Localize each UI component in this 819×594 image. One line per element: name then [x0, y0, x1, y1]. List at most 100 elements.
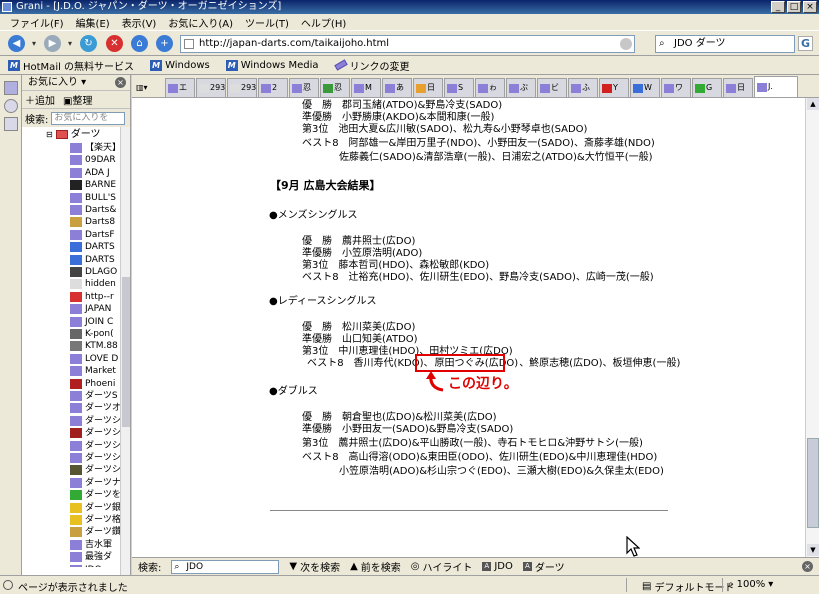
collapse-icon[interactable]: ⊟ [46, 128, 53, 141]
close-button[interactable]: × [803, 1, 817, 13]
tab[interactable]: Y [599, 78, 629, 97]
sidebar-scroll-thumb[interactable] [122, 277, 130, 427]
favorite-item[interactable]: 吉水軍 [70, 539, 112, 551]
feed-panel-icon[interactable] [4, 117, 18, 131]
tab-list-icon[interactable]: ▥▾ [134, 78, 164, 97]
history-panel-icon[interactable] [4, 99, 18, 113]
forward-icon[interactable]: ▶ [44, 35, 61, 52]
link-customize[interactable]: リンクの変更 [333, 58, 410, 73]
go-icon[interactable] [620, 38, 632, 50]
link-hotmail[interactable]: M HotMail の無料サービス [8, 58, 134, 73]
tab[interactable]: ふ [568, 78, 598, 97]
google-icon[interactable]: G [798, 36, 813, 51]
favorite-item[interactable]: JDO [70, 564, 102, 567]
favorite-item[interactable]: ダーツ鑽 [70, 526, 121, 538]
favorite-item[interactable]: ダーツを [70, 489, 121, 501]
favorite-item[interactable]: KTM.88 [70, 340, 118, 352]
tab[interactable]: ぶ [506, 78, 536, 97]
folder-darts[interactable]: ⊟ ダーツ [46, 128, 101, 141]
favorite-item[interactable]: hidden [70, 278, 116, 290]
favorite-item[interactable]: ダーツシ [70, 427, 121, 439]
favorite-item[interactable]: ダーツ格 [70, 514, 121, 526]
favorite-item[interactable]: ダーツオ [70, 402, 121, 414]
close-icon[interactable]: × [802, 561, 813, 572]
scroll-up-icon[interactable]: ▲ [807, 98, 819, 110]
web-search-input[interactable]: ⌕ JDO ダーツ [655, 35, 795, 53]
organize-button[interactable]: ▣整理 [63, 92, 92, 107]
favorite-item[interactable]: ダーツシ [70, 452, 121, 464]
tab[interactable]: M [351, 78, 381, 97]
tab[interactable]: S [444, 78, 474, 97]
add-favorite-button[interactable]: ＋追加 [25, 92, 55, 107]
page-scroll-thumb[interactable] [807, 438, 819, 528]
tab[interactable]: 293 [227, 78, 257, 97]
favorite-item[interactable]: BARNE [70, 179, 116, 191]
scroll-down-icon[interactable]: ▼ [807, 544, 819, 556]
mode-indicator[interactable]: ▤ デフォルトモード [642, 579, 734, 594]
minimize-button[interactable]: _ [771, 1, 785, 13]
favorite-item[interactable]: BULL'S [70, 192, 116, 204]
favorite-item[interactable]: JAPAN [70, 303, 111, 315]
favorite-item[interactable]: DartsF [70, 229, 115, 241]
find-input[interactable]: ⌕ JDO [171, 559, 280, 574]
menu-edit[interactable]: 編集(E) [76, 15, 110, 30]
menu-view[interactable]: 表示(V) [122, 15, 157, 30]
maximize-button[interactable]: □ [787, 1, 801, 13]
highlight-button[interactable]: ◎ ハイライト [411, 559, 473, 574]
menu-help[interactable]: ヘルプ(H) [301, 15, 346, 30]
sidebar-scrollbar[interactable] [120, 127, 130, 575]
favorite-item[interactable]: 09DAR [70, 154, 116, 166]
stop-icon[interactable]: ✕ [106, 35, 123, 52]
favorite-item[interactable]: 最強ダ [70, 551, 112, 563]
find-word-button[interactable]: A JDO [482, 561, 513, 572]
favorite-item[interactable]: ダーツシ [70, 464, 121, 476]
favorite-item[interactable]: ダーツナ [70, 477, 121, 489]
link-windows[interactable]: M Windows [150, 59, 210, 71]
home-icon[interactable]: ⌂ [131, 35, 148, 52]
favorite-item[interactable]: ダーツS [70, 390, 118, 402]
tab[interactable]: 日 [413, 78, 443, 97]
favorite-item[interactable]: JOIN C [70, 316, 113, 328]
back-icon[interactable]: ◀ [8, 35, 25, 52]
sidebar-search-input[interactable]: お気に入りを [51, 111, 126, 125]
favorite-item[interactable]: K-pon( [70, 328, 114, 340]
favorite-item[interactable]: Darts& [70, 204, 116, 216]
favorite-item[interactable]: ダーツシ [70, 440, 121, 452]
tab[interactable]: 2 [258, 78, 288, 97]
favorite-item[interactable]: Darts8 [70, 216, 115, 228]
new-tab-icon[interactable]: + [156, 35, 173, 52]
back-dropdown-icon[interactable]: ▾ [30, 35, 38, 52]
tab[interactable]: ゎ [475, 78, 505, 97]
tab[interactable]: W [630, 78, 660, 97]
tab[interactable]: 忍 [320, 78, 350, 97]
favorite-item[interactable]: Phoeni [70, 378, 115, 390]
tab[interactable]: ワ [661, 78, 691, 97]
sidebar-title[interactable]: お気に入り ▾ [28, 77, 86, 88]
url-input[interactable]: http://japan-darts.com/taikaijoho.html [180, 35, 635, 53]
tab[interactable]: J. [754, 76, 798, 97]
find-next-button[interactable]: ▼ 次を検索 [289, 559, 340, 574]
tab[interactable]: あ [382, 78, 412, 97]
find-prev-button[interactable]: ▲ 前を検索 [350, 559, 401, 574]
tab[interactable]: エ [165, 78, 195, 97]
close-icon[interactable]: × [115, 77, 126, 88]
favorite-item[interactable]: http--r [70, 291, 114, 303]
favorite-item[interactable]: ADA J [70, 167, 110, 179]
favorite-item[interactable]: LOVE D [70, 353, 118, 365]
favorite-item[interactable]: Market [70, 365, 116, 377]
favorites-panel-icon[interactable] [4, 81, 18, 95]
favorite-item[interactable]: DLAGO [70, 266, 117, 278]
tab[interactable]: 293 [196, 78, 226, 97]
tab[interactable]: G [692, 78, 722, 97]
favorite-item[interactable]: 【楽天】 [70, 142, 121, 154]
refresh-icon[interactable]: ↻ [80, 35, 97, 52]
link-windows-media[interactable]: M Windows Media [225, 59, 319, 71]
favorite-item[interactable]: DARTS [70, 254, 115, 266]
tab[interactable]: ビ [537, 78, 567, 97]
favorite-item[interactable]: ダーツシ [70, 415, 121, 427]
find-word-button[interactable]: A ダーツ [522, 559, 565, 574]
tab[interactable]: 日 [723, 78, 753, 97]
page-scrollbar[interactable]: ▲ ▼ [805, 98, 819, 557]
tab[interactable]: 忍 [289, 78, 319, 97]
zoom-indicator[interactable]: ⌕ 100% ▾ [728, 579, 773, 590]
